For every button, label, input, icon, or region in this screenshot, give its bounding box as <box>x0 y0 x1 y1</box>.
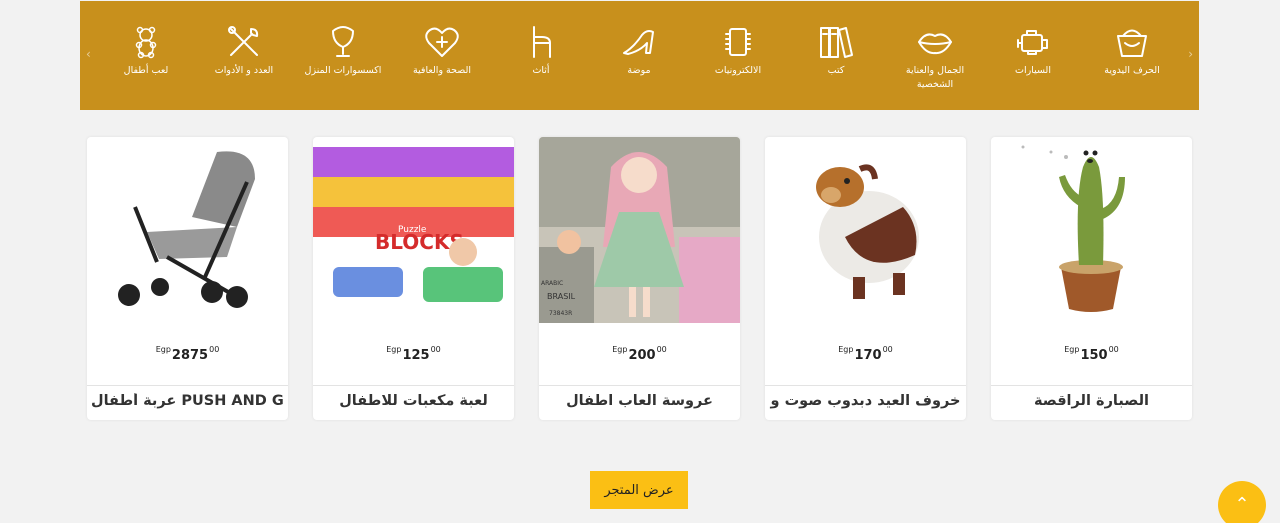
price-amount: 150 <box>1080 348 1108 363</box>
product-price: Egp12500 <box>313 344 514 363</box>
sheep-plush-toy-image[interactable] <box>765 137 966 323</box>
baby-stroller-image[interactable] <box>87 137 288 323</box>
lamp-icon <box>332 26 354 57</box>
price-currency: Egp <box>155 345 171 354</box>
product-name[interactable]: لعبة مكعبات للاطفال <box>317 393 510 409</box>
product-name[interactable]: عربة أطفال PUSH AND GO <box>91 393 284 409</box>
price-decimals: 00 <box>430 345 441 354</box>
product-card[interactable]: BRASIL 73843R ARABIC Egp20000 عروسة العا… <box>539 137 740 420</box>
category-label: اكسسوارات المنزل <box>304 65 382 76</box>
carousel-next-arrow[interactable]: › <box>1188 47 1193 61</box>
category-label: الالكترونيات <box>714 65 762 76</box>
category-kids-toys[interactable]: لعب أطفال <box>101 23 191 78</box>
tools-icon <box>228 26 259 56</box>
carousel-prev-arrow[interactable]: ‹ <box>86 47 91 61</box>
engine-icon <box>1017 30 1048 55</box>
doll-box-side-text: ARABIC <box>541 280 563 287</box>
price-currency: Egp <box>612 345 628 354</box>
price-decimals: 00 <box>1108 345 1119 354</box>
doll-image[interactable]: BRASIL 73843R ARABIC <box>539 137 740 323</box>
category-cars[interactable]: السيارات <box>988 23 1078 78</box>
price-amount: 2875 <box>171 348 209 363</box>
category-label: أثاث <box>532 65 550 76</box>
doll-box-brand-text: BRASIL <box>547 292 576 301</box>
card-divider <box>765 385 966 386</box>
chair-icon <box>533 26 551 58</box>
product-price: Egp17000 <box>765 344 966 363</box>
scroll-to-top-button[interactable]: ⌃ <box>1218 481 1266 523</box>
lips-icon <box>918 33 952 55</box>
category-label: موضة <box>627 65 651 76</box>
category-books[interactable]: كتب <box>791 23 881 78</box>
category-tools[interactable]: العدد و الأدوات <box>199 23 289 78</box>
chip-icon <box>725 28 751 56</box>
category-label: الجمال والعناية الشخصية <box>905 65 965 90</box>
price-currency: Egp <box>838 345 854 354</box>
product-name[interactable]: خروف العيد دبدوب صوت و <box>769 393 962 409</box>
category-label: الحرف اليدوية <box>1104 65 1160 76</box>
heart-plus-icon <box>425 27 459 57</box>
product-card[interactable]: Egp17000 خروف العيد دبدوب صوت و <box>765 137 966 420</box>
category-label: العدد و الأدوات <box>214 65 274 76</box>
basket-icon <box>1117 29 1147 57</box>
category-furniture[interactable]: أثاث <box>496 23 586 78</box>
category-label: كتب <box>827 65 845 76</box>
product-price: Egp15000 <box>991 344 1192 363</box>
price-amount: 170 <box>854 348 882 363</box>
category-label: الصحة والعافية <box>412 65 472 76</box>
card-divider <box>539 385 740 386</box>
price-currency: Egp <box>386 345 402 354</box>
product-card[interactable]: Puzzle BLOCKS Egp12500 لعبة مكعبات للاطف… <box>313 137 514 420</box>
category-fashion[interactable]: موضة <box>594 23 684 78</box>
product-card[interactable]: Egp287500 عربة أطفال PUSH AND GO <box>87 137 288 420</box>
books-icon <box>820 27 853 58</box>
heel-shoe-icon <box>623 30 654 55</box>
dancing-cactus-toy-image[interactable] <box>991 137 1192 323</box>
card-divider <box>991 385 1192 386</box>
price-decimals: 00 <box>209 345 220 354</box>
price-amount: 125 <box>402 348 430 363</box>
category-electronics[interactable]: الالكترونيات <box>693 23 783 78</box>
teddy-bear-icon <box>135 26 157 59</box>
card-divider <box>87 385 288 386</box>
price-amount: 200 <box>628 348 656 363</box>
product-price: Egp20000 <box>539 344 740 363</box>
category-label: السيارات <box>1015 65 1051 76</box>
product-price: Egp287500 <box>87 344 288 363</box>
category-label: لعب أطفال <box>123 65 169 76</box>
product-name[interactable]: عروسة العاب اطفال <box>543 393 736 409</box>
category-home-accessories[interactable]: اكسسوارات المنزل <box>298 23 388 78</box>
building-blocks-image[interactable]: Puzzle BLOCKS <box>313 137 514 323</box>
card-divider <box>313 385 514 386</box>
price-decimals: 00 <box>656 345 667 354</box>
view-store-button[interactable]: عرض المتجر <box>590 471 688 509</box>
category-health[interactable]: الصحة والعافية <box>397 23 487 78</box>
category-handicrafts[interactable]: الحرف اليدوية <box>1087 23 1177 78</box>
category-bar: ‹ › الحرف اليدوية السيارات الجمال والعنا… <box>80 1 1199 110</box>
product-name[interactable]: الصبارة الراقصة <box>995 393 1188 409</box>
price-decimals: 00 <box>882 345 893 354</box>
doll-box-barcode-text: 73843R <box>549 310 572 317</box>
price-currency: Egp <box>1064 345 1080 354</box>
category-beauty[interactable]: الجمال والعناية الشخصية <box>890 23 980 92</box>
product-card[interactable]: Egp15000 الصبارة الراقصة <box>991 137 1192 420</box>
